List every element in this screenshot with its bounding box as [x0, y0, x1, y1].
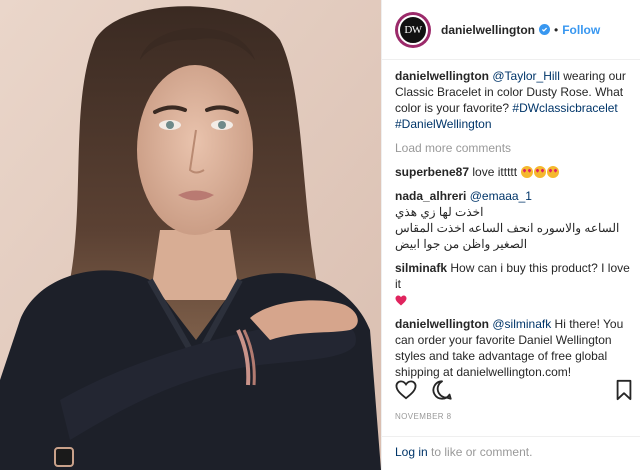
header-username[interactable]: danielwellington [441, 23, 535, 37]
comment-bubble-icon[interactable] [431, 379, 453, 404]
post-side-panel: DW danielwellington • Follow danielwelli… [381, 0, 640, 470]
caption-username[interactable]: danielwellington [395, 69, 489, 83]
login-link[interactable]: Log in [395, 445, 428, 459]
caption-hashtag-2[interactable]: #DanielWellington [395, 117, 492, 131]
avatar-logo: DW [398, 14, 428, 45]
login-bar: Log in to like or comment. [382, 436, 640, 467]
post-date: NOVEMBER 8 [395, 412, 452, 421]
comment-username[interactable]: nada_alhreri [395, 189, 466, 203]
heart-outline-icon[interactable] [395, 379, 417, 403]
login-prompt-text: to like or comment. [427, 445, 533, 459]
action-bar [395, 379, 633, 404]
comment-text: اخذت لها زي هذي الساعه والاسوره انحف الس… [395, 205, 620, 251]
comment-username[interactable]: danielwellington [395, 317, 489, 331]
separator-dot: • [554, 22, 559, 37]
star-struck-emoji [520, 165, 560, 179]
comment-item: nada_alhreri @emaaa_1 اخذت لها زي هذي ال… [395, 188, 633, 252]
comments-section: danielwellington @Taylor_Hill wearing ou… [395, 68, 633, 388]
comment-text: love ittttt [472, 165, 518, 179]
caption-mention[interactable]: @Taylor_Hill [492, 69, 560, 83]
comment-mention[interactable]: @emaaa_1 [470, 189, 532, 203]
avatar[interactable]: DW [395, 11, 431, 48]
comment-item: silminafk How can i buy this product? I … [395, 260, 633, 308]
bookmark-icon[interactable] [615, 379, 633, 404]
comment-username[interactable]: silminafk [395, 261, 447, 275]
follow-button[interactable]: Follow [562, 23, 600, 37]
comment-item: danielwellington @silminafk Hi there! Yo… [395, 316, 633, 380]
load-more-comments-button[interactable]: Load more comments [395, 140, 633, 156]
comment-item: superbene87 love ittttt [395, 164, 633, 180]
post-header: DW danielwellington • Follow [382, 0, 640, 60]
red-heart-emoji [395, 295, 407, 306]
model-photo-illustration [0, 0, 381, 470]
caption-hashtag-1[interactable]: #DWclassicbracelet [512, 101, 617, 115]
post-photo[interactable] [0, 0, 381, 470]
caption: danielwellington @Taylor_Hill wearing ou… [395, 68, 633, 132]
comment-username[interactable]: superbene87 [395, 165, 469, 179]
verified-badge-icon [539, 24, 551, 35]
comment-mention[interactable]: @silminafk [492, 317, 551, 331]
